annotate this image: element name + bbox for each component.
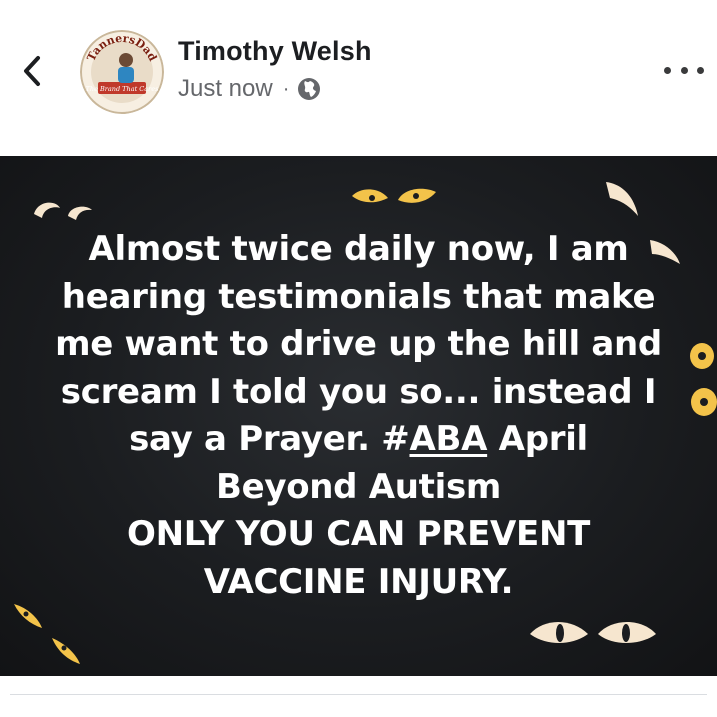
avatar[interactable]: TannersDad The Brand That Cares	[80, 30, 164, 114]
timestamp[interactable]: Just now	[178, 75, 273, 103]
image-text-line: ONLY YOU CAN PREVENT	[126, 514, 590, 554]
author-name[interactable]: Timothy Welsh	[178, 36, 372, 67]
eye-icon	[530, 622, 656, 643]
line-suffix: April	[487, 419, 589, 459]
eye-icon	[690, 343, 717, 416]
post-meta: Just now ·	[178, 74, 321, 104]
divider	[10, 694, 707, 695]
image-text-line: Almost twice daily now, I am	[88, 229, 629, 269]
more-dot	[664, 66, 671, 74]
image-text-line: VACCINE INJURY.	[203, 561, 514, 602]
back-button[interactable]	[14, 48, 50, 94]
image-text-line: say a Prayer. #ABA April	[30, 416, 687, 464]
image-text-line: Beyond Autism	[215, 466, 502, 507]
eye-icon	[34, 202, 92, 220]
image-text-line: hearing testimonials that make	[61, 276, 656, 317]
hashtag: ABA	[409, 419, 488, 459]
more-options-button[interactable]	[664, 58, 704, 82]
post-image[interactable]: Almost twice daily now, I am hearing tes…	[0, 156, 717, 676]
image-text: Almost twice daily now, I am hearing tes…	[30, 226, 687, 606]
image-text-line: me want to drive up the hill and	[55, 324, 662, 364]
avatar-bottom-text: The Brand That Cares	[86, 85, 159, 93]
eye-icon	[606, 182, 638, 216]
more-dot	[680, 66, 688, 74]
post-header: TannersDad The Brand That Cares Timothy …	[0, 0, 717, 156]
line-prefix: say a Prayer. #	[129, 419, 410, 459]
avatar-image: TannersDad The Brand That Cares	[80, 30, 164, 114]
globe-icon	[298, 78, 321, 100]
more-dot	[697, 66, 704, 74]
eye-icon	[352, 188, 436, 203]
eye-icon	[14, 604, 80, 664]
post-footer	[0, 676, 717, 717]
image-text-line: scream I told you so... instead I	[60, 371, 657, 412]
chevron-left-icon	[24, 56, 40, 86]
separator: ·	[282, 77, 290, 100]
